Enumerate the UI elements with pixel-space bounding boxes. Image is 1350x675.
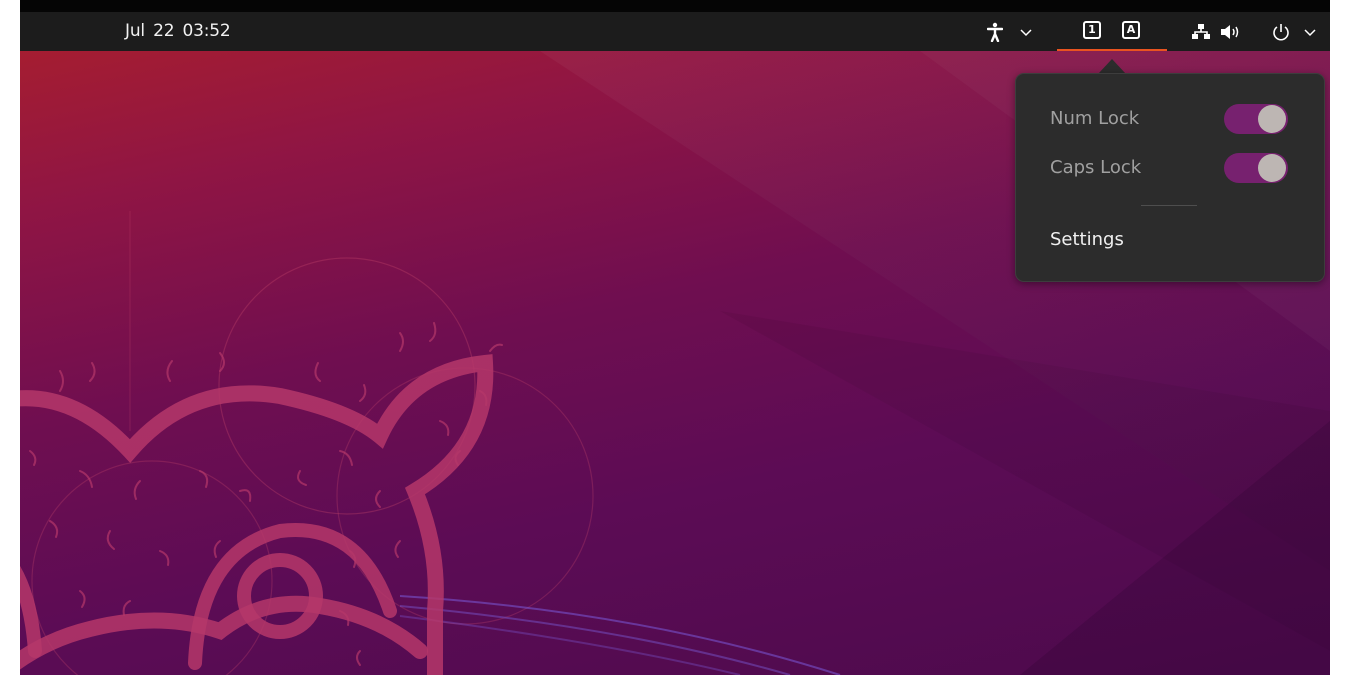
num-lock-label: Num Lock [1050, 108, 1140, 129]
caps-lock-label: Caps Lock [1050, 157, 1142, 178]
menu-item-num-lock[interactable]: Num Lock [1016, 98, 1326, 140]
settings-label: Settings [1050, 229, 1124, 250]
power-icon[interactable] [1270, 12, 1292, 51]
menu-item-settings[interactable]: Settings [1016, 219, 1326, 261]
toggle-knob [1258, 154, 1286, 182]
numlock-indicator-icon: 1 [1083, 21, 1101, 39]
capslock-indicator-icon: A [1122, 21, 1140, 39]
menu-item-caps-lock[interactable]: Caps Lock [1016, 147, 1326, 189]
screen: Jul 22 03:52 1 A Num Lock Caps Lock Sett… [20, 0, 1330, 675]
keyboard-indicator[interactable]: 1 A [1057, 12, 1167, 51]
chevron-down-icon[interactable] [1300, 12, 1320, 51]
accessibility-icon[interactable] [982, 12, 1008, 51]
caps-lock-toggle[interactable] [1224, 153, 1288, 183]
clock-date-time[interactable]: Jul 22 03:52 [125, 12, 231, 51]
keyboard-indicator-menu: Num Lock Caps Lock Settings [1015, 73, 1325, 282]
chevron-down-icon[interactable] [1016, 12, 1036, 51]
popup-pointer [1098, 59, 1126, 74]
menu-separator [1141, 205, 1197, 206]
top-bar: Jul 22 03:52 1 A [20, 0, 1330, 51]
num-lock-toggle[interactable] [1224, 104, 1288, 134]
toggle-knob [1258, 105, 1286, 133]
volume-icon[interactable] [1218, 12, 1242, 51]
network-icon[interactable] [1190, 12, 1212, 51]
